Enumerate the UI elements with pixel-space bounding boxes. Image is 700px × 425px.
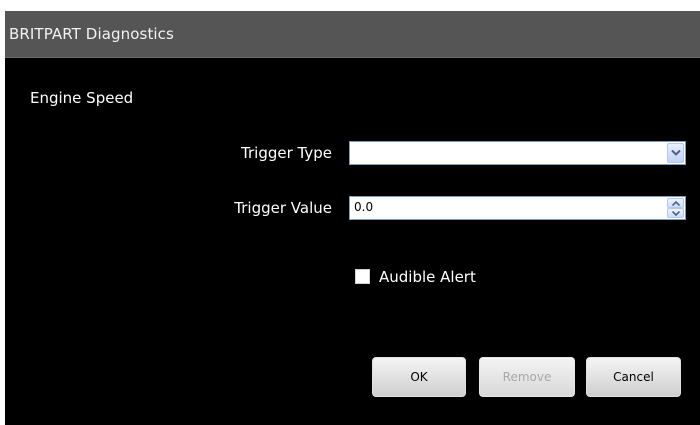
dropdown-button[interactable] xyxy=(667,143,684,163)
trigger-type-label: Trigger Type xyxy=(241,144,332,162)
spin-up-button[interactable] xyxy=(667,198,684,208)
ok-button[interactable]: OK xyxy=(372,357,466,397)
title-bar[interactable]: BRITPART Diagnostics xyxy=(5,11,700,58)
screen-frame: BRITPART Diagnostics Engine Speed Trigge… xyxy=(0,0,700,425)
trigger-value-spinbox[interactable]: 0.0 xyxy=(349,196,686,220)
section-title: Engine Speed xyxy=(30,89,134,107)
audible-alert-label[interactable]: Audible Alert xyxy=(379,268,476,286)
trigger-value-label: Trigger Value xyxy=(234,199,332,217)
window-title: BRITPART Diagnostics xyxy=(9,25,174,43)
trigger-value-text: 0.0 xyxy=(354,200,374,214)
spin-up-icon xyxy=(672,201,680,206)
spin-down-icon xyxy=(672,211,680,216)
trigger-type-select[interactable] xyxy=(349,141,686,165)
audible-alert-checkbox[interactable] xyxy=(355,269,370,284)
spin-buttons xyxy=(667,198,684,218)
trigger-dialog: BRITPART Diagnostics Engine Speed Trigge… xyxy=(5,11,700,425)
cancel-button[interactable]: Cancel xyxy=(586,357,681,397)
spin-down-button[interactable] xyxy=(667,208,684,218)
chevron-down-icon xyxy=(671,149,681,156)
remove-button[interactable]: Remove xyxy=(479,357,575,397)
